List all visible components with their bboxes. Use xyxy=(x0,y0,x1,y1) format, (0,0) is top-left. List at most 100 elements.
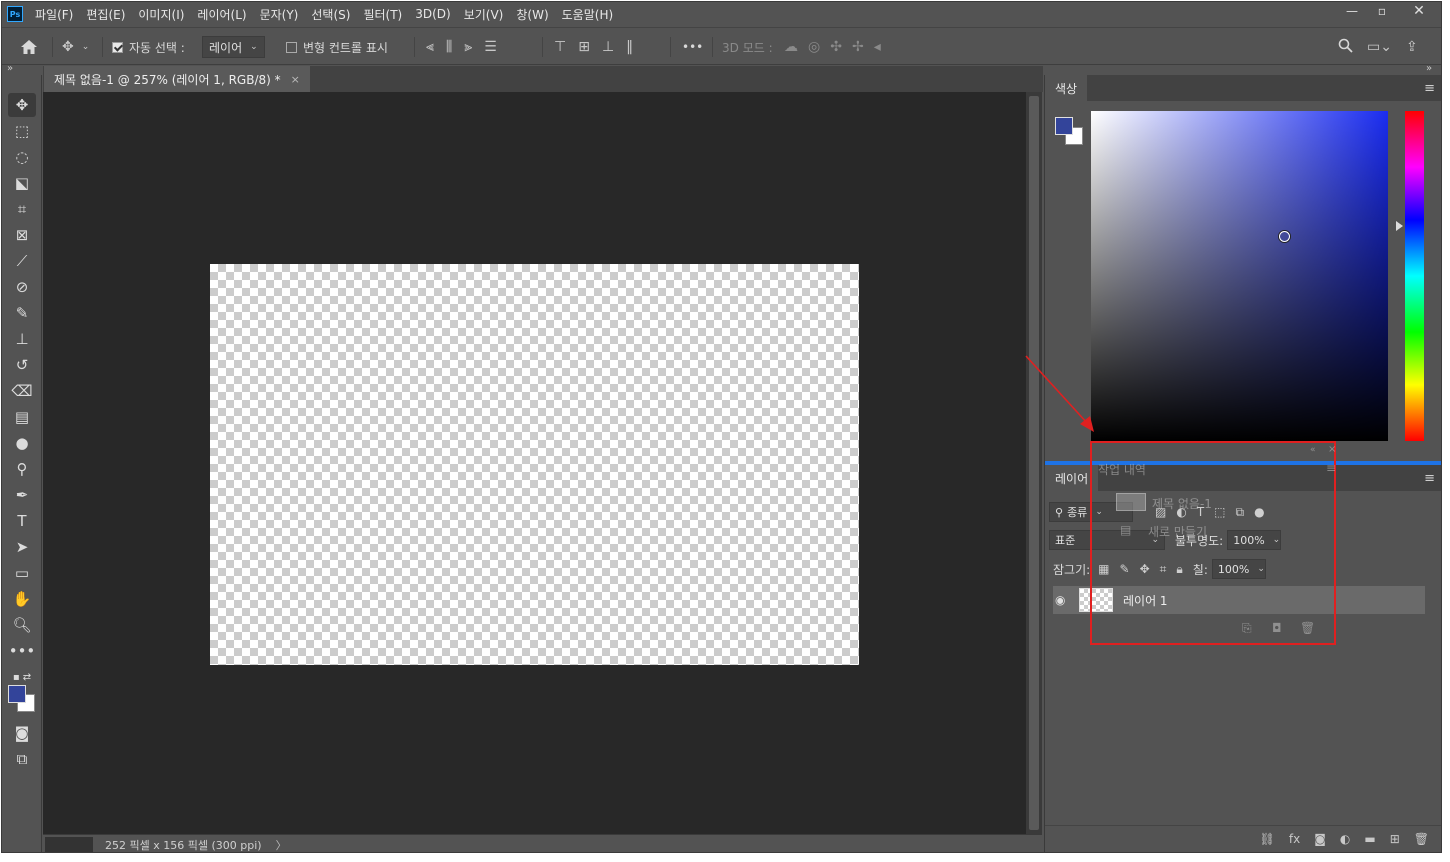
color-panel-fg-swatch[interactable] xyxy=(1055,117,1073,135)
eyedropper-tool-icon[interactable]: ⟋ xyxy=(8,249,36,273)
align-left-icon[interactable]: ⫷ xyxy=(426,39,434,55)
expand-left-icon[interactable]: » xyxy=(7,63,13,74)
color-picker-marker[interactable] xyxy=(1279,231,1290,242)
quick-mask-icon[interactable]: ◙ xyxy=(8,721,36,745)
document-tab[interactable]: 제목 없음-1 @ 257% (레이어 1, RGB/8) * × xyxy=(44,66,310,92)
trash-icon[interactable]: 🗑︎ xyxy=(1300,621,1315,635)
color-panel-menu-icon[interactable]: ≡ xyxy=(1424,81,1435,96)
new-doc-from-state-icon[interactable]: ⎘ xyxy=(1242,621,1252,636)
history-brush-tool-icon[interactable]: ↺ xyxy=(8,353,36,377)
brush-tool-icon[interactable]: ✎ xyxy=(8,301,36,325)
expand-right-icon[interactable]: » xyxy=(1426,63,1432,74)
dodge-tool-icon[interactable]: ⚲ xyxy=(8,457,36,481)
link-layers-icon[interactable]: ⛓ xyxy=(1260,832,1275,846)
object-select-tool-icon[interactable]: ⬕ xyxy=(8,171,36,195)
menu-window[interactable]: 창(W) xyxy=(516,6,548,23)
marquee-tool-icon[interactable]: ⬚ xyxy=(8,119,36,143)
move-tool-icon[interactable]: ✥ xyxy=(8,93,36,117)
move-tool-preset-icon[interactable]: ✥ ⌄ xyxy=(62,28,89,66)
search-icon[interactable] xyxy=(1338,38,1353,57)
menu-layer[interactable]: 레이어(L) xyxy=(197,6,246,23)
history-panel-drag-highlight[interactable]: 작업 내역 « × ≡ 제목 없음-1 ▤ 새로 만들기 ⎘ ◘ 🗑︎ xyxy=(1090,441,1336,645)
more-tools-icon[interactable]: ••• xyxy=(8,639,36,663)
orbit-icon[interactable]: ☁ xyxy=(784,39,798,55)
pen-tool-icon[interactable]: ✒ xyxy=(8,483,36,507)
menu-edit[interactable]: 편집(E) xyxy=(86,6,125,23)
path-select-tool-icon[interactable]: ➤ xyxy=(8,535,36,559)
menu-view[interactable]: 보기(V) xyxy=(464,6,504,23)
add-mask-icon[interactable]: ◙ xyxy=(1314,832,1326,846)
crop-tool-icon[interactable]: ⌗ xyxy=(8,197,36,221)
blur-tool-icon[interactable]: ● xyxy=(8,431,36,455)
home-icon[interactable] xyxy=(20,28,38,66)
layers-panel-menu-icon[interactable]: ≡ xyxy=(1424,471,1435,486)
frame-tool-icon[interactable]: ⊠ xyxy=(8,223,36,247)
eraser-tool-icon[interactable]: ⌫ xyxy=(8,379,36,403)
transform-controls-check-icon[interactable] xyxy=(286,41,297,53)
new-layer-icon[interactable]: ⊞ xyxy=(1390,832,1400,846)
close-button[interactable]: ✕ xyxy=(1397,2,1441,20)
rectangle-tool-icon[interactable]: ▭ xyxy=(8,561,36,585)
close-icon[interactable]: × xyxy=(1328,444,1336,455)
hue-slider-marker[interactable] xyxy=(1396,221,1403,231)
align-top-icon[interactable]: ⊤ xyxy=(554,39,566,55)
transparent-canvas[interactable] xyxy=(210,264,859,665)
saturation-brightness-field[interactable] xyxy=(1091,111,1388,441)
menu-type[interactable]: 문자(Y) xyxy=(260,6,299,23)
transform-controls-checkbox[interactable]: 변형 컨트롤 표시 xyxy=(286,28,388,66)
menu-image[interactable]: 이미지(I) xyxy=(138,6,184,23)
fx-icon[interactable]: fx xyxy=(1289,832,1300,846)
new-group-icon[interactable]: ▬ xyxy=(1364,832,1375,846)
screen-mode-icon[interactable]: ⧉ xyxy=(8,747,36,771)
lasso-tool-icon[interactable]: ◌ xyxy=(8,145,36,169)
slide-icon[interactable]: ✢ xyxy=(852,39,864,55)
menu-file[interactable]: 파일(F) xyxy=(35,6,73,23)
minimize-button[interactable]: — xyxy=(1337,2,1367,20)
align-middle-icon[interactable]: ⊞ xyxy=(578,39,590,55)
zoom-field[interactable] xyxy=(45,836,93,852)
auto-select-label: 자동 선택 : xyxy=(129,40,185,55)
healing-tool-icon[interactable]: ⊘ xyxy=(8,275,36,299)
camera-icon[interactable]: ◘ xyxy=(1272,621,1282,635)
menu-help[interactable]: 도움말(H) xyxy=(562,6,614,23)
menu-3d[interactable]: 3D(D) xyxy=(415,7,450,21)
adjustment-layer-icon[interactable]: ◐ xyxy=(1340,832,1350,846)
share-icon[interactable]: ⇪ xyxy=(1406,39,1418,55)
auto-select-check-icon[interactable] xyxy=(112,41,123,53)
roll-icon[interactable]: ◎ xyxy=(808,39,820,55)
more-options-icon[interactable]: ••• xyxy=(682,28,703,66)
type-tool-icon[interactable]: T xyxy=(8,509,36,533)
hand-tool-icon[interactable]: ✋ xyxy=(8,587,36,611)
scale-3d-icon[interactable]: ◂ xyxy=(874,39,881,55)
tab-color[interactable]: 색상 xyxy=(1045,75,1088,101)
scrollbar-thumb[interactable] xyxy=(1029,96,1039,830)
workspace-icon[interactable]: ▭⌄ xyxy=(1367,39,1392,55)
close-icon[interactable]: × xyxy=(291,73,300,86)
delete-icon[interactable]: 🗑︎ xyxy=(1414,832,1429,846)
auto-select-checkbox[interactable]: 자동 선택 : xyxy=(112,28,185,66)
foreground-color-swatch[interactable] xyxy=(8,685,26,703)
maximize-button[interactable]: ▫ xyxy=(1367,2,1397,20)
canvas-area[interactable] xyxy=(43,92,1026,834)
align-center-icon[interactable]: ⫼ xyxy=(446,39,452,55)
stamp-tool-icon[interactable]: ⊥ xyxy=(8,327,36,351)
align-bottom-icon[interactable]: ⊥ xyxy=(602,39,614,55)
distribute-vertical-icon[interactable]: ‖ xyxy=(626,39,633,55)
pan-3d-icon[interactable]: ✣ xyxy=(830,39,842,55)
history-step-label[interactable]: 새로 만들기 xyxy=(1148,523,1207,540)
distribute-icon[interactable]: ☰ xyxy=(484,39,497,55)
hue-slider[interactable] xyxy=(1405,111,1424,441)
photoshop-window: Ps 파일(F) 편집(E) 이미지(I) 레이어(L) 문자(Y) 선택(S)… xyxy=(1,1,1442,853)
eye-icon[interactable]: ◉ xyxy=(1055,593,1073,607)
auto-select-target-dropdown[interactable]: 레이어 ⌄ xyxy=(202,36,265,58)
history-snapshot-label[interactable]: 제목 없음-1 xyxy=(1152,495,1212,512)
history-panel-menu-icon[interactable]: ≡ xyxy=(1326,461,1336,475)
vertical-scrollbar[interactable] xyxy=(1026,92,1042,834)
menu-select[interactable]: 선택(S) xyxy=(311,6,350,23)
status-arrow-icon[interactable]: 〉 xyxy=(276,837,287,853)
gradient-tool-icon[interactable]: ▤ xyxy=(8,405,36,429)
zoom-tool-icon[interactable]: 🔍︎ xyxy=(8,613,36,637)
collapse-icon[interactable]: « xyxy=(1310,445,1316,455)
align-right-icon[interactable]: ⫸ xyxy=(464,39,472,55)
menu-filter[interactable]: 필터(T) xyxy=(363,6,402,23)
